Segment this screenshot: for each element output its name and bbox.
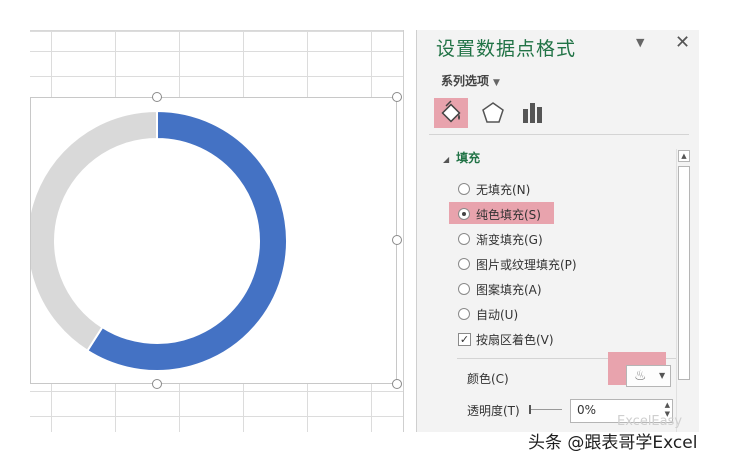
paint-bucket-icon (441, 100, 461, 123)
resize-handle-top-right[interactable] (392, 92, 402, 102)
fill-option-label: 自动(U) (476, 308, 519, 322)
paint-bucket-icon: ♨ (634, 368, 647, 384)
fill-option-label: 渐变填充(G) (476, 233, 543, 247)
scroll-up-icon[interactable]: ▲ (678, 150, 690, 162)
radio-icon (458, 308, 470, 320)
vary-colors-label: 按扇区着色(V) (476, 333, 554, 347)
chart-area[interactable] (30, 92, 402, 389)
checkbox-checked-icon: ✓ (458, 333, 471, 346)
scrollbar-thumb[interactable] (678, 166, 690, 380)
fill-color-picker-button[interactable]: ♨ ▼ (626, 365, 671, 387)
collapse-triangle-icon: ◢ (443, 155, 450, 164)
slider-thumb[interactable] (529, 405, 531, 414)
watermark-faint-text: ExcelEasy (617, 414, 683, 429)
transparency-value: 0% (577, 403, 597, 417)
donut-slice-2[interactable] (31, 109, 158, 353)
tab-series-options[interactable] (516, 98, 550, 128)
donut-slice-1[interactable] (85, 109, 288, 372)
pentagon-icon (482, 102, 504, 123)
pane-title: 设置数据点格式 (436, 38, 577, 60)
fill-option-label: 无填充(N) (476, 183, 531, 197)
tabs-divider (429, 134, 689, 135)
radio-icon (458, 283, 470, 295)
donut-chart[interactable] (31, 98, 398, 385)
bar-chart-icon (523, 103, 542, 123)
watermark-text: 头条 @跟表哥学Excel (528, 433, 698, 453)
fill-option-label: 纯色填充(S) (476, 208, 541, 222)
radio-icon (458, 233, 470, 245)
format-data-point-pane: 设置数据点格式 ▼ ✕ 系列选项 ▼ ◢ 填充 无填充(N) 纯色填充(S) 渐变填充(… (417, 30, 699, 432)
color-label: 颜色(C) (467, 372, 509, 386)
series-options-label: 系列选项 (441, 74, 490, 88)
radio-icon (458, 258, 470, 270)
radio-selected-icon (458, 208, 470, 220)
pane-divider[interactable] (403, 30, 417, 432)
chevron-down-icon: ▼ (493, 78, 500, 88)
fill-section-label: 填充 (456, 151, 481, 165)
resize-handle-bottom[interactable] (152, 379, 162, 389)
close-icon[interactable]: ✕ (675, 32, 690, 53)
tab-fill-line[interactable] (434, 98, 468, 128)
tab-effects[interactable] (476, 98, 510, 128)
resize-handle-bottom-right[interactable] (392, 379, 402, 389)
series-options-dropdown[interactable]: 系列选项 ▼ (441, 72, 500, 89)
fill-option-label: 图案填充(A) (476, 283, 542, 297)
pane-options-dropdown-icon[interactable]: ▼ (636, 36, 644, 49)
chevron-down-icon: ▼ (659, 371, 666, 380)
resize-handle-right[interactable] (392, 235, 402, 245)
pane-scrollbar[interactable]: ▲ (676, 149, 691, 432)
transparency-label: 透明度(T) (467, 404, 520, 418)
fill-option-label: 图片或纹理填充(P) (476, 258, 577, 272)
resize-handle-top[interactable] (152, 92, 162, 102)
fill-section-header[interactable]: ◢ 填充 (443, 149, 480, 166)
transparency-slider[interactable] (529, 405, 562, 414)
radio-icon (458, 183, 470, 195)
